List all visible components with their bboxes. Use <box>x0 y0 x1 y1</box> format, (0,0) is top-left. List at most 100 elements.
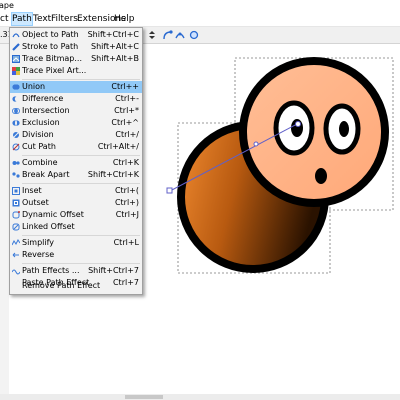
menu-item-label: Trace Pixel Art... <box>22 66 87 75</box>
menu-item-trace-pixel-art[interactable]: Trace Pixel Art... <box>10 65 142 77</box>
menu-bar: ct Path Text Filters Extensions Help <box>0 12 400 27</box>
menu-item-shortcut: Ctrl+) <box>114 198 139 207</box>
menu-item-label: Stroke to Path <box>22 42 79 51</box>
menu-item-division[interactable]: Division Ctrl+/ <box>10 129 142 141</box>
menu-item-shortcut: Shift+Ctrl+C <box>87 30 139 39</box>
trace-bitmap-icon <box>12 55 20 63</box>
menu-item-shortcut: Ctrl+L <box>113 238 139 247</box>
menu-item-label: Linked Offset <box>22 222 75 231</box>
menu-item-label: Remove Path Effect <box>22 281 101 290</box>
path-menu-dropdown: Object to Path Shift+Ctrl+C Stroke to Pa… <box>9 27 143 295</box>
menu-item-shortcut: Ctrl+Alt+/ <box>97 142 139 151</box>
menu-item-label: Cut Path <box>22 142 56 151</box>
break-apart-icon <box>12 172 20 178</box>
horizontal-scrollbar[interactable] <box>0 394 400 400</box>
menu-item-label: Division <box>22 130 54 139</box>
menu-item-label: Break Apart <box>22 170 70 179</box>
gradient-mid-handle[interactable] <box>253 141 259 147</box>
left-toolbox-edge <box>0 44 9 400</box>
menu-item-difference[interactable]: Difference Ctrl+- <box>10 93 142 105</box>
menu-item-linked-offset[interactable]: Linked Offset <box>10 221 142 233</box>
horizontal-scrollbar-thumb[interactable] <box>125 395 163 399</box>
menu-item-shortcut: Ctrl+J <box>115 210 139 219</box>
intersection-icon <box>12 108 20 114</box>
menu-item-label: Object to Path <box>22 30 79 39</box>
menu-object[interactable]: ct <box>0 12 9 26</box>
menu-item-label: Reverse <box>22 250 55 259</box>
menu-item-shortcut: Shift+Ctrl+K <box>87 170 139 179</box>
combine-icon <box>12 161 20 165</box>
stroke-to-path-icon <box>12 43 20 51</box>
right-pupil[interactable] <box>339 121 349 137</box>
window-title-bar: ape <box>0 0 400 12</box>
menu-item-label: Combine <box>22 158 58 167</box>
menu-item-label: Trace Bitmap... <box>22 54 83 63</box>
path-effects-icon <box>12 269 20 275</box>
menu-item-trace-bitmap[interactable]: Trace Bitmap... Shift+Alt+B <box>10 53 142 65</box>
difference-icon <box>12 96 20 102</box>
menu-item-remove-path-effect[interactable]: Remove Path Effect <box>10 280 142 292</box>
menu-item-union[interactable]: Union Ctrl++ <box>10 81 142 93</box>
menu-item-label: Dynamic Offset <box>22 210 84 219</box>
snap-icon[interactable] <box>188 29 200 41</box>
gradient-end-handle[interactable] <box>295 121 301 127</box>
menu-filters[interactable]: Filters <box>50 12 79 26</box>
menu-item-label: Exclusion <box>22 118 60 127</box>
menu-item-shortcut: Ctrl+- <box>115 94 139 103</box>
menu-item-label: Simplify <box>22 238 55 247</box>
menu-item-shortcut: Ctrl+/ <box>115 130 139 139</box>
menu-item-reverse[interactable]: Reverse <box>10 249 142 261</box>
menu-item-simplify[interactable]: Simplify Ctrl+L <box>10 237 142 249</box>
menu-item-label: Intersection <box>22 106 70 115</box>
menu-path[interactable]: Path <box>11 12 33 26</box>
menu-item-label: Inset <box>22 186 42 195</box>
menu-separator <box>22 79 140 80</box>
menu-item-label: Union <box>22 82 46 91</box>
menu-item-shortcut: Ctrl+( <box>114 186 139 195</box>
menu-item-label: Path Effects ... <box>22 266 80 275</box>
menu-item-exclusion[interactable]: Exclusion Ctrl+^ <box>10 117 142 129</box>
menu-item-dynamic-offset[interactable]: Dynamic Offset Ctrl+J <box>10 209 142 221</box>
menu-item-path-effects[interactable]: Path Effects ... Shift+Ctrl+7 <box>10 265 142 277</box>
gradient-start-handle[interactable] <box>166 187 173 194</box>
outset-icon <box>12 199 20 207</box>
reverse-icon <box>12 252 19 258</box>
menu-item-inset[interactable]: Inset Ctrl+( <box>10 185 142 197</box>
spinner-arrows-icon[interactable] <box>146 29 158 41</box>
menu-item-label: Difference <box>22 94 64 103</box>
menu-item-intersection[interactable]: Intersection Ctrl+* <box>10 105 142 117</box>
node-icon[interactable] <box>162 29 174 41</box>
cut-path-icon <box>12 143 20 151</box>
object-to-path-icon <box>12 33 20 38</box>
inset-icon <box>12 187 20 195</box>
menu-separator <box>22 263 140 264</box>
menu-separator <box>22 235 140 236</box>
division-icon <box>12 131 20 139</box>
menu-item-shortcut: Ctrl++ <box>111 82 139 91</box>
dynamic-offset-icon <box>12 211 20 219</box>
menu-item-shortcut: Shift+Ctrl+7 <box>88 266 139 275</box>
linked-offset-icon <box>12 223 20 231</box>
menu-item-stroke-to-path[interactable]: Stroke to Path Shift+Alt+C <box>10 41 142 53</box>
menu-item-shortcut: Ctrl+^ <box>111 118 139 127</box>
menu-item-shortcut: Ctrl+* <box>114 106 139 115</box>
union-icon <box>12 84 20 90</box>
exclusion-icon <box>12 120 20 126</box>
menu-item-object-to-path[interactable]: Object to Path Shift+Ctrl+C <box>10 29 142 41</box>
mouth[interactable] <box>315 168 327 184</box>
menu-separator <box>22 155 140 156</box>
menu-item-combine[interactable]: Combine Ctrl+K <box>10 157 142 169</box>
menu-item-break-apart[interactable]: Break Apart Shift+Ctrl+K <box>10 169 142 181</box>
menu-item-cut-path[interactable]: Cut Path Ctrl+Alt+/ <box>10 141 142 153</box>
menu-separator <box>22 183 140 184</box>
trace-pixel-art-icon <box>12 67 20 75</box>
simplify-icon <box>12 239 20 246</box>
window-title: ape <box>0 1 14 10</box>
menu-item-label: Outset <box>22 198 49 207</box>
menu-item-outset[interactable]: Outset Ctrl+) <box>10 197 142 209</box>
node-smooth-icon[interactable] <box>174 29 186 41</box>
menu-help[interactable]: Help <box>113 12 136 26</box>
menu-item-shortcut: Shift+Alt+C <box>90 42 139 51</box>
menu-item-shortcut: Shift+Alt+B <box>91 54 139 63</box>
menu-item-shortcut: Ctrl+K <box>112 158 139 167</box>
